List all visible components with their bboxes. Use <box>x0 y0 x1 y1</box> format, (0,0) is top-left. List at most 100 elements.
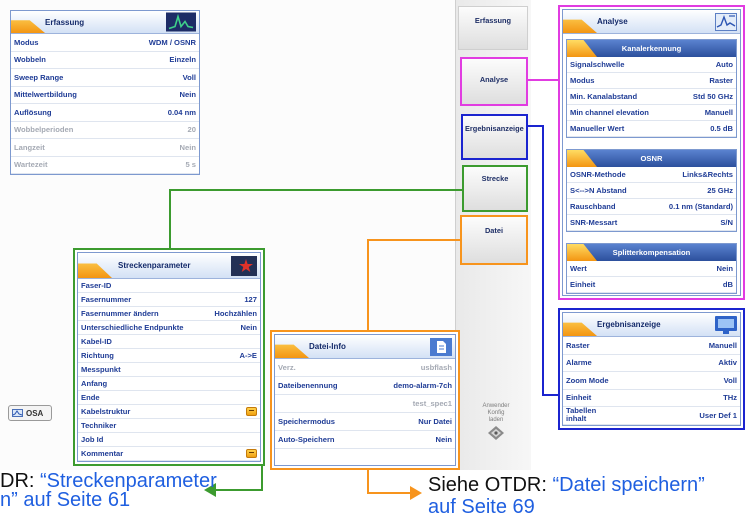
panel-header: Ergebnisanzeige <box>563 313 740 337</box>
user-config-icon <box>488 426 504 440</box>
setting-row[interactable]: Alarme Aktiv <box>563 355 740 372</box>
setting-row[interactable]: Unterschiedliche Endpunkte Nein <box>78 321 260 335</box>
setting-row[interactable]: Modus Raster <box>567 73 736 89</box>
setting-label: Auto-Speichern <box>278 435 335 444</box>
setting-row[interactable]: SNR-Messart S/N <box>567 215 736 231</box>
setting-label: Job Id <box>81 435 104 444</box>
tab-ergebnisanzeige[interactable]: Ergebnisanzeige <box>461 114 528 160</box>
setting-row[interactable]: OSNR-Methode Links&Rechts <box>567 167 736 183</box>
spectrum-icon <box>166 12 196 32</box>
setting-label: Min. Kanalabstand <box>570 92 638 101</box>
header-tab-shape <box>563 322 597 336</box>
load-user-config-button[interactable]: Anwender Konfig laden <box>466 403 526 440</box>
setting-row[interactable]: Messpunkt <box>78 363 260 377</box>
tab-analyse[interactable]: Analyse <box>460 57 528 106</box>
results-panel: Ergebnisanzeige Raster Manuell Alarme Aktiv… <box>562 312 741 426</box>
section-title: Kanalerkennung <box>621 44 682 53</box>
setting-value: 127 <box>244 295 257 304</box>
setting-value: usbflash <box>420 363 452 372</box>
setting-label: Alarme <box>566 358 592 368</box>
setting-row[interactable]: Einheit dB <box>567 277 736 293</box>
setting-value: demo-alarm-7ch <box>393 381 452 390</box>
setting-row[interactable]: Fasernummer 127 <box>78 293 260 307</box>
settings-list: Modus WDM / OSNR Wobbeln Einzeln Sweep Range… <box>11 34 199 174</box>
reference-link[interactable]: auf Seite 69 <box>428 496 705 518</box>
setting-value: 0.1 nm (Standard) <box>668 202 733 211</box>
setting-label: S<-->N Abstand <box>570 186 627 195</box>
setting-row[interactable]: Min channel elevation Manuell <box>567 105 736 121</box>
setting-row[interactable]: Techniker <box>78 419 260 433</box>
setting-row[interactable]: Dateibenennung demo-alarm-7ch <box>275 377 455 395</box>
setting-row[interactable]: Kommentar <box>78 447 260 461</box>
setting-row[interactable]: S<-->N Abstand 25 GHz <box>567 183 736 199</box>
setting-label: Fasernummer <box>81 295 132 304</box>
file-save-reference: Siehe OTDR: “Datei speichern” auf Seite … <box>428 474 705 518</box>
setting-row[interactable]: Sweep Range Voll <box>11 69 199 87</box>
section-title: Splitterkompensation <box>612 248 691 257</box>
section-header: OSNR <box>567 150 736 167</box>
setting-label: Anfang <box>81 379 108 388</box>
button-label-line: Anwender <box>482 403 510 409</box>
setting-value: Nein <box>179 142 196 152</box>
setting-row[interactable]: Min. Kanalabstand Std 50 GHz <box>567 89 736 105</box>
setting-value: WDM / OSNR <box>148 37 196 47</box>
reference-link[interactable]: “Datei speichern” <box>552 474 704 496</box>
tab-strecke[interactable]: Strecke <box>462 165 528 212</box>
edit-icon[interactable] <box>246 449 257 458</box>
settings-list: Wert Nein Einheit dB <box>567 261 736 293</box>
setting-label: Verz. <box>278 363 296 372</box>
panel-header: Erfassung <box>11 11 199 34</box>
link-params-reference: DR: “Streckenparameter n” auf Seite 61 <box>0 471 217 510</box>
file-info-panel: Datei-Info Verz. usbflash Dateibenennung de… <box>274 334 456 466</box>
setting-row[interactable]: Raster Manuell <box>563 337 740 355</box>
panel-title: Datei-Info <box>309 342 346 351</box>
setting-row[interactable]: Auflösung 0.04 nm <box>11 104 199 122</box>
setting-row[interactable]: Fasernummer ändern Hochzählen <box>78 307 260 321</box>
setting-row[interactable]: Job Id <box>78 433 260 447</box>
tab-datei[interactable]: Datei <box>460 215 528 265</box>
section-tab-shape <box>567 150 597 167</box>
setting-value: 25 GHz <box>707 186 733 195</box>
setting-row[interactable]: Manueller Wert 0.5 dB <box>567 121 736 137</box>
setting-row[interactable]: Modus WDM / OSNR <box>11 34 199 52</box>
setting-row: Wobbelperioden 20 <box>11 122 199 139</box>
setting-label: Speichermodus <box>278 417 335 426</box>
section-tab-shape <box>567 40 597 57</box>
settings-list: Verz. usbflash Dateibenennung demo-alarm-7c… <box>275 359 455 449</box>
setting-value: A->E <box>239 351 257 360</box>
setting-label: Wobbelperioden <box>14 125 74 135</box>
setting-label: Manueller Wert <box>570 124 625 133</box>
settings-list: Faser-ID Fasernummer 127 Fasernummer ändern… <box>78 279 260 461</box>
setting-label: Raster <box>566 340 590 350</box>
header-tab-shape <box>563 19 597 33</box>
setting-row[interactable]: Speichermodus Nur Datei <box>275 413 455 431</box>
reference-link[interactable]: n” auf Seite 61 <box>0 490 217 510</box>
setting-value: Nein <box>240 323 257 332</box>
setting-label: Zoom Mode <box>566 375 609 385</box>
setting-label: Fasernummer ändern <box>81 309 159 318</box>
setting-row[interactable]: Wert Nein <box>567 261 736 277</box>
setting-row[interactable]: Mittelwertbildung Nein <box>11 87 199 104</box>
setting-row[interactable]: Wobbeln Einzeln <box>11 52 199 69</box>
setting-row[interactable]: Signalschwelle Auto <box>567 57 736 73</box>
edit-icon[interactable] <box>246 407 257 416</box>
panel-title: Ergebnisanzeige <box>597 320 661 329</box>
setting-row[interactable]: Kabelstruktur <box>78 405 260 419</box>
setting-row[interactable]: Rauschband 0.1 nm (Standard) <box>567 199 736 215</box>
setting-row[interactable]: Faser-ID <box>78 279 260 293</box>
setting-label: Kommentar <box>81 449 124 458</box>
panel-header: Datei-Info <box>275 335 455 359</box>
tab-erfassung[interactable]: Erfassung <box>458 6 528 50</box>
setting-row[interactable]: Anfang <box>78 377 260 391</box>
analysis-panel: Analyse Kanalerkennung Signalschwelle Aut… <box>562 9 741 296</box>
setting-row[interactable]: Zoom Mode Voll <box>563 372 740 390</box>
setting-label: Unterschiedliche Endpunkte <box>81 323 184 332</box>
setting-row[interactable]: Auto-Speichern Nein <box>275 431 455 449</box>
setting-row[interactable]: Tabellen inhalt User Def 1 <box>563 407 740 425</box>
setting-row[interactable]: Richtung A->E <box>78 349 260 363</box>
setting-row[interactable]: Kabel-ID <box>78 335 260 349</box>
setting-row[interactable]: Ende <box>78 391 260 405</box>
setting-row[interactable]: Einheit THz <box>563 390 740 407</box>
analysis-callout: Analyse Kanalerkennung Signalschwelle Aut… <box>558 5 745 300</box>
setting-label: Einheit <box>566 393 592 403</box>
